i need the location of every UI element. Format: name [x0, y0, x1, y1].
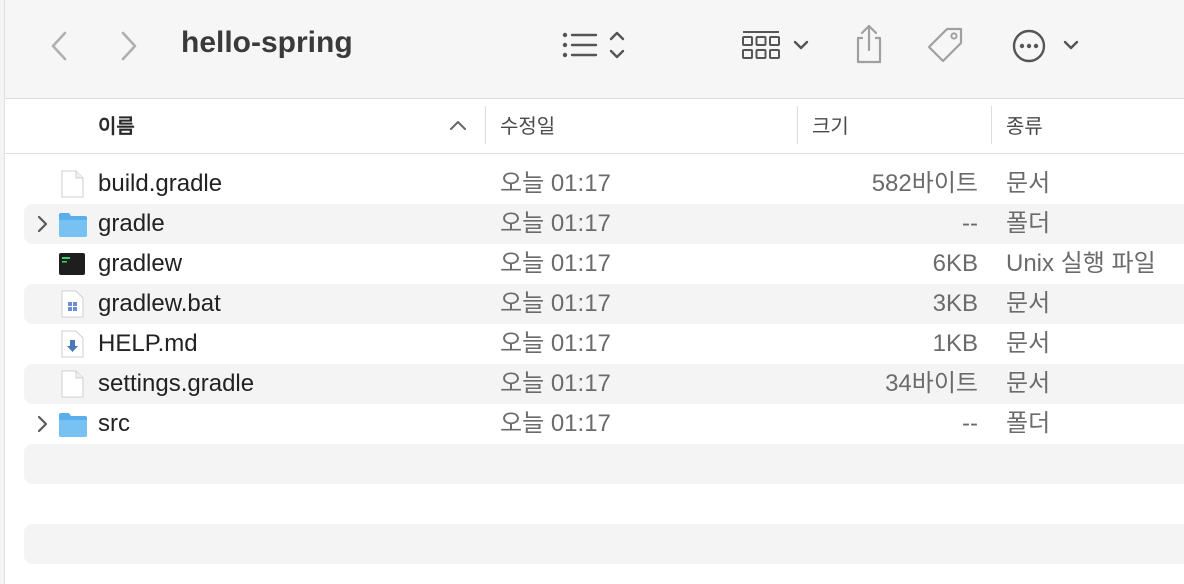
file-row-gradlew-bat[interactable]: gradlew.bat 오늘 01:17 3KB 문서: [24, 284, 1184, 324]
file-kind: Unix 실행 파일: [1006, 250, 1156, 277]
markdown-doc-icon: [58, 330, 86, 358]
back-button[interactable]: [43, 28, 75, 64]
tag-icon: [927, 27, 963, 63]
empty-row: [24, 444, 1184, 484]
document-icon: [58, 370, 86, 398]
column-size-header[interactable]: 크기: [812, 112, 849, 142]
file-kind: 문서: [1006, 290, 1051, 317]
column-name-header[interactable]: 이름: [98, 112, 135, 142]
ellipsis-circle-icon: [1012, 29, 1079, 63]
column-kind-header[interactable]: 종류: [1006, 112, 1043, 142]
empty-row: [24, 524, 1184, 564]
disclosure-triangle-icon[interactable]: [32, 214, 52, 234]
column-divider[interactable]: [991, 106, 992, 144]
tag-button[interactable]: [923, 24, 969, 68]
toolbar: hello-spring: [5, 0, 1184, 99]
disclosure-triangle-icon[interactable]: [32, 414, 52, 434]
file-name: settings.gradle: [98, 370, 255, 397]
file-date: 오늘 01:17: [500, 250, 611, 277]
file-name: gradlew.bat: [98, 290, 221, 317]
file-kind: 문서: [1006, 370, 1051, 397]
file-date: 오늘 01:17: [500, 210, 611, 237]
list-view-icon: [562, 31, 625, 59]
file-size: --: [962, 410, 978, 437]
file-row-help-md[interactable]: HELP.md 오늘 01:17 1KB 문서: [24, 324, 1184, 364]
file-date: 오늘 01:17: [500, 410, 611, 437]
file-kind: 폴더: [1006, 210, 1051, 237]
file-size: 1KB: [932, 330, 978, 357]
file-name: src: [98, 410, 130, 437]
file-date: 오늘 01:17: [500, 170, 611, 197]
file-row-settings-gradle[interactable]: settings.gradle 오늘 01:17 34바이트 문서: [24, 364, 1184, 404]
file-kind: 문서: [1006, 330, 1051, 357]
file-kind: 폴더: [1006, 410, 1051, 437]
share-icon: [856, 24, 882, 64]
file-size: 3KB: [932, 290, 978, 317]
column-divider[interactable]: [485, 106, 486, 144]
folder-icon: [58, 210, 87, 238]
file-size: 582바이트: [871, 170, 978, 197]
file-name: gradlew: [98, 250, 183, 277]
group-button[interactable]: [739, 26, 815, 66]
file-row-src[interactable]: src 오늘 01:17 -- 폴더: [24, 404, 1184, 444]
file-date: 오늘 01:17: [500, 330, 611, 357]
file-size: 6KB: [932, 250, 978, 277]
windows-doc-icon: [58, 290, 86, 318]
document-icon: [58, 170, 86, 198]
window-title: hello-spring: [181, 26, 353, 59]
file-size: 34바이트: [885, 370, 978, 397]
file-row-build-gradle[interactable]: build.gradle 오늘 01:17 582바이트 문서: [24, 164, 1184, 204]
file-date: 오늘 01:17: [500, 370, 611, 397]
terminal-exec-icon: [58, 250, 86, 278]
more-actions-button[interactable]: [1009, 26, 1085, 66]
file-row-gradlew[interactable]: gradlew 오늘 01:17 6KB Unix 실행 파일: [24, 244, 1184, 284]
file-size: --: [962, 210, 978, 237]
sort-ascending-icon[interactable]: [449, 118, 467, 132]
group-grid-icon: [742, 31, 809, 59]
folder-icon: [58, 410, 87, 438]
column-divider[interactable]: [797, 106, 798, 144]
file-date: 오늘 01:17: [500, 290, 611, 317]
column-header: 이름 수정일 크기 종류: [5, 100, 1184, 154]
file-kind: 문서: [1006, 170, 1051, 197]
chevron-right-icon: [121, 31, 137, 61]
file-name: build.gradle: [98, 170, 223, 197]
chevron-left-icon: [51, 31, 67, 61]
column-date-header[interactable]: 수정일: [500, 112, 555, 142]
view-mode-button[interactable]: [557, 26, 637, 66]
forward-button[interactable]: [113, 28, 145, 64]
share-button[interactable]: [851, 22, 887, 66]
file-row-gradle[interactable]: gradle 오늘 01:17 -- 폴더: [24, 204, 1184, 244]
file-name: gradle: [98, 210, 165, 237]
file-name: HELP.md: [98, 330, 198, 357]
